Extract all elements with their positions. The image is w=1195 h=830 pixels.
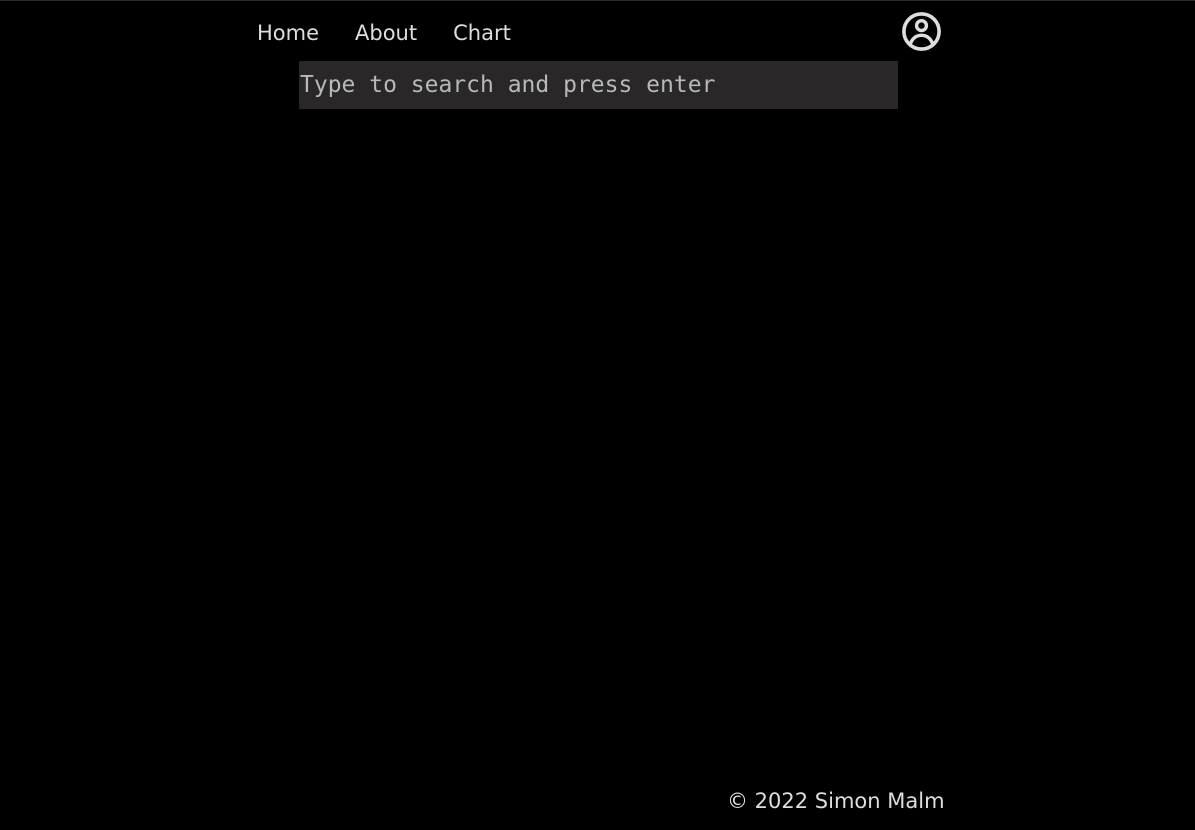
- nav-link-about[interactable]: About: [355, 18, 417, 48]
- nav-link-home[interactable]: Home: [257, 18, 319, 48]
- nav-link-chart[interactable]: Chart: [453, 18, 511, 48]
- user-account-button[interactable]: [900, 10, 943, 53]
- footer-copyright: © 2022 Simon Malm: [727, 789, 945, 813]
- search-box: [299, 61, 898, 109]
- search-input[interactable]: [299, 61, 898, 109]
- main-nav: Home About Chart: [257, 18, 547, 48]
- user-circle-icon: [902, 12, 941, 51]
- top-border: [0, 0, 1195, 1]
